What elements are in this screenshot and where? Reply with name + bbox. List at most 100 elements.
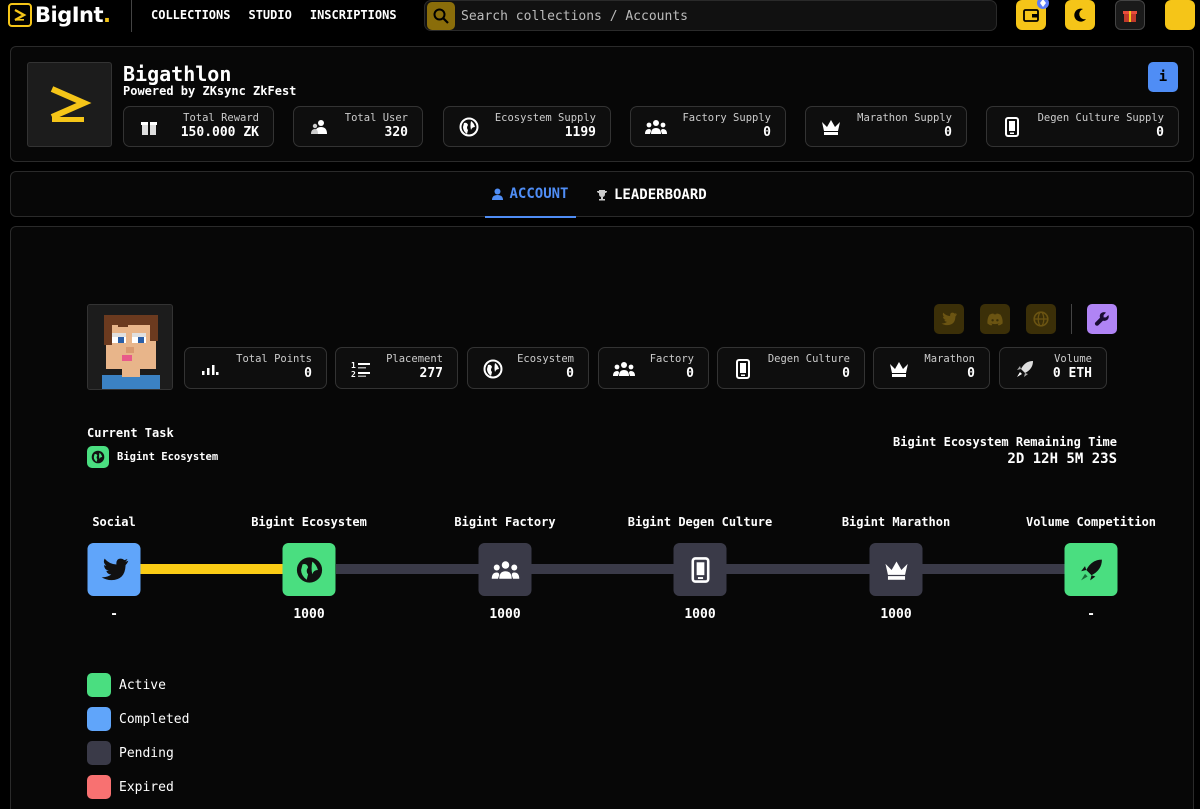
stat-value: 0 — [1156, 125, 1164, 140]
timeline-step-value: 1000 — [293, 607, 325, 622]
theme-toggle-button[interactable] — [1065, 0, 1095, 30]
group-icon — [491, 560, 519, 579]
legend-label: Expired — [119, 779, 174, 795]
current-task-name: Bigint Ecosystem — [117, 451, 219, 463]
timeline-step-value: 1000 — [684, 607, 716, 622]
timeline-node-volume-competition[interactable] — [1064, 543, 1118, 596]
legend-item-completed: Completed — [87, 707, 189, 731]
timeline-node-marathon[interactable] — [869, 543, 923, 596]
timeline-step-label: Volume Competition — [1025, 515, 1157, 529]
avatar — [87, 304, 173, 390]
timeline-progress — [140, 564, 287, 574]
legend-label: Active — [119, 677, 166, 693]
timeline-step-value: 1000 — [880, 607, 912, 622]
nav-collections[interactable]: COLLECTIONS — [151, 8, 230, 22]
legend-item-expired: Expired — [87, 775, 174, 799]
tab-account[interactable]: ACCOUNT — [485, 172, 576, 218]
gift-icon — [138, 116, 160, 138]
stat-marathon: Marathon 0 — [873, 347, 990, 389]
logo-mark-icon — [8, 3, 32, 27]
timeline-node-degen-culture[interactable] — [673, 543, 727, 596]
stat-label: Total User — [344, 112, 408, 124]
ranking-icon: 12 — [350, 358, 372, 380]
stat-value: 320 — [384, 125, 408, 140]
stat-label: Degen Culture Supply — [1037, 112, 1164, 124]
stat-value: 150.000 ZK — [180, 125, 259, 140]
rocket-icon — [1014, 358, 1036, 380]
group-icon — [645, 116, 667, 138]
phone-icon — [732, 358, 754, 380]
timeline-node-factory[interactable] — [478, 543, 532, 596]
stat-total-reward: Total Reward 150.000 ZK — [123, 106, 274, 147]
twitter-button[interactable] — [934, 304, 964, 334]
stat-label: Ecosystem Supply — [494, 112, 596, 124]
collection-title: Bigathlon — [123, 62, 232, 86]
stat-total-user: Total User 320 — [293, 106, 423, 147]
stat-volume: Volume 0 ETH — [999, 347, 1107, 389]
stat-degen-culture-supply: Degen Culture Supply 0 — [986, 106, 1179, 147]
gift-icon — [1123, 11, 1137, 22]
tab-bar: ACCOUNT LEADERBOARD — [10, 171, 1194, 218]
globe-icon — [482, 358, 504, 380]
stat-value: 1199 — [564, 125, 596, 140]
svg-text:1: 1 — [351, 361, 356, 370]
timeline-step-label: Bigint Degen Culture — [627, 515, 773, 529]
crown-icon — [888, 358, 910, 380]
stat-label: Factory Supply — [682, 112, 771, 124]
collection-header: Bigathlon Powered by ZKsync ZkFest i Tot… — [10, 46, 1194, 162]
crown-icon — [885, 560, 907, 580]
remaining-time-label: Bigint Ecosystem Remaining Time — [893, 435, 1117, 449]
trophy-icon — [597, 190, 607, 201]
discord-button[interactable] — [980, 304, 1010, 334]
tab-label: LEADERBOARD — [614, 187, 707, 203]
user-menu-button[interactable] — [1165, 0, 1195, 30]
timeline-step-value: 1000 — [489, 607, 521, 622]
user-icon — [492, 188, 504, 200]
timeline-step-label: Bigint Factory — [454, 515, 556, 529]
tab-leaderboard[interactable]: LEADERBOARD — [596, 172, 707, 218]
stat-value: 0 — [944, 125, 952, 140]
stat-label: Degen Culture — [767, 353, 850, 365]
rocket-icon — [1080, 559, 1102, 580]
nav-divider — [131, 0, 132, 32]
nav-studio[interactable]: STUDIO — [248, 8, 291, 22]
stat-factory: Factory 0 — [598, 347, 709, 389]
wallet-button[interactable] — [1016, 0, 1049, 30]
stat-degen-culture: Degen Culture 0 — [717, 347, 865, 389]
stat-label: Marathon — [924, 353, 975, 365]
gift-button[interactable] — [1115, 0, 1145, 30]
timeline-node-social[interactable] — [87, 543, 141, 596]
timeline-step-value: - — [1087, 607, 1095, 622]
group-icon — [613, 358, 635, 380]
timeline-step-label: Bigint Ecosystem — [251, 515, 367, 529]
info-button[interactable]: i — [1148, 62, 1178, 92]
search-bar — [424, 0, 997, 31]
stat-placement: 12 Placement 277 — [335, 347, 458, 389]
stat-label: Ecosystem — [517, 353, 574, 365]
timeline-node-ecosystem[interactable] — [282, 543, 336, 596]
timeline-step-label: Bigint Marathon — [841, 515, 951, 529]
stat-label: Marathon Supply — [857, 112, 952, 124]
collection-subtitle: Powered by ZKsync ZkFest — [123, 84, 297, 98]
stat-marathon-supply: Marathon Supply 0 — [805, 106, 967, 147]
twitter-icon — [101, 558, 128, 581]
search-icon[interactable] — [427, 2, 455, 30]
nav-inscriptions[interactable]: INSCRIPTIONS — [310, 8, 397, 22]
account-panel: Total Points 0 12 Placement 277 Ecosyste… — [10, 226, 1194, 809]
globe-icon — [1033, 311, 1049, 327]
moon-icon — [1074, 8, 1086, 22]
tab-label: ACCOUNT — [509, 186, 569, 202]
stat-label: Total Points — [236, 353, 312, 365]
stat-label: Placement — [386, 353, 443, 365]
crown-icon — [820, 116, 842, 138]
stat-value: 0 — [304, 366, 312, 381]
wrench-icon — [1094, 312, 1109, 326]
legend-item-pending: Pending — [87, 741, 174, 765]
brand-logo[interactable]: BigInt. — [8, 3, 111, 27]
users-icon — [308, 116, 330, 138]
stat-ecosystem: Ecosystem 0 — [467, 347, 589, 389]
website-button[interactable] — [1026, 304, 1056, 334]
legend-label: Pending — [119, 745, 174, 761]
search-input[interactable] — [461, 5, 981, 27]
settings-button[interactable] — [1087, 304, 1117, 334]
